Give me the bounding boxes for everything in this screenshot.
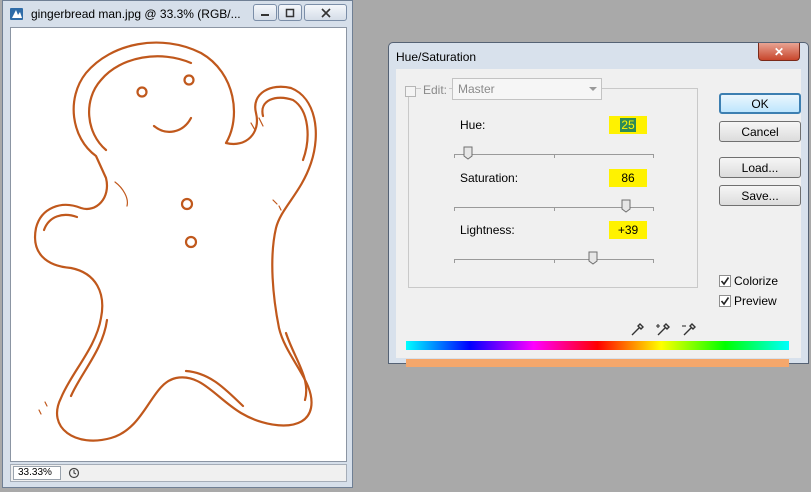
dialog-title: Hue/Saturation xyxy=(396,50,477,64)
saturation-value-field[interactable]: 86 xyxy=(609,169,647,187)
minimize-button[interactable] xyxy=(253,4,277,21)
eyedropper-minus-icon[interactable] xyxy=(681,322,697,338)
load-button[interactable]: Load... xyxy=(719,157,801,178)
slider-tick xyxy=(454,155,455,158)
ok-button[interactable]: OK xyxy=(719,93,801,114)
lightness-label: Lightness: xyxy=(460,223,515,237)
save-button[interactable]: Save... xyxy=(719,185,801,206)
preview-label: Preview xyxy=(734,294,777,308)
hue-value-field[interactable]: 25 xyxy=(609,116,647,134)
document-titlebar[interactable]: gingerbread man.jpg @ 33.3% (RGB/... xyxy=(3,1,352,27)
image-canvas[interactable] xyxy=(10,27,347,462)
close-icon: ✕ xyxy=(773,44,785,59)
hue-value: 25 xyxy=(620,118,636,132)
dialog-body: Edit: Master Hue: 25 Saturation: 86 Ligh… xyxy=(396,69,801,367)
slider-tick xyxy=(554,260,555,263)
adjustment-group: Edit: Master Hue: 25 Saturation: 86 Ligh… xyxy=(405,78,698,288)
photoshop-document-icon xyxy=(9,6,25,22)
eyedropper-icon[interactable] xyxy=(629,322,645,338)
saturation-label: Saturation: xyxy=(460,171,519,185)
hue-saturation-dialog: Hue/Saturation ✕ Edit: Master Hue: 25 Sa… xyxy=(388,42,809,367)
checkmark-icon xyxy=(720,297,730,306)
slider-tick xyxy=(554,155,555,158)
hue-spectrum-bar xyxy=(406,341,789,350)
document-title: gingerbread man.jpg @ 33.3% (RGB/... xyxy=(31,7,241,21)
edit-channel-value: Master xyxy=(458,82,495,96)
lightness-slider-thumb[interactable] xyxy=(588,251,598,265)
hue-slider-thumb[interactable] xyxy=(463,146,473,160)
edit-channel-select[interactable]: Master xyxy=(452,78,602,100)
slider-tick xyxy=(454,260,455,263)
status-info-icon[interactable] xyxy=(67,467,81,479)
maximize-button[interactable] xyxy=(278,4,302,21)
chevron-down-icon xyxy=(589,87,597,91)
colorize-label: Colorize xyxy=(734,274,779,288)
hue-slider-track[interactable] xyxy=(454,154,654,158)
lightness-value-field[interactable]: +39 xyxy=(609,221,647,239)
close-document-button[interactable] xyxy=(304,4,347,21)
lightness-slider-track[interactable] xyxy=(454,259,654,263)
maximize-icon xyxy=(285,8,295,17)
slider-tick xyxy=(653,260,654,263)
minimize-icon xyxy=(261,13,269,16)
slider-tick xyxy=(554,208,555,211)
edit-checkbox[interactable] xyxy=(405,86,416,97)
edit-label: Edit: xyxy=(421,83,450,97)
colorized-result-bar xyxy=(406,359,789,367)
hue-label: Hue: xyxy=(460,118,486,132)
document-window: gingerbread man.jpg @ 33.3% (RGB/... 33.… xyxy=(2,0,353,488)
slider-tick xyxy=(653,208,654,211)
slider-tick xyxy=(653,155,654,158)
slider-tick xyxy=(454,208,455,211)
zoom-level-field[interactable]: 33.33% xyxy=(13,466,61,480)
close-icon xyxy=(320,7,331,18)
cancel-button[interactable]: Cancel xyxy=(719,121,801,142)
gingerbread-man-image xyxy=(33,41,317,442)
document-status-bar: 33.33% xyxy=(10,464,347,482)
checkmark-icon xyxy=(720,277,730,286)
eyedropper-plus-icon[interactable] xyxy=(655,322,671,338)
saturation-slider-thumb[interactable] xyxy=(621,199,631,213)
preview-checkbox[interactable] xyxy=(719,295,731,307)
close-dialog-button[interactable]: ✕ xyxy=(758,43,800,61)
colorize-checkbox[interactable] xyxy=(719,275,731,287)
